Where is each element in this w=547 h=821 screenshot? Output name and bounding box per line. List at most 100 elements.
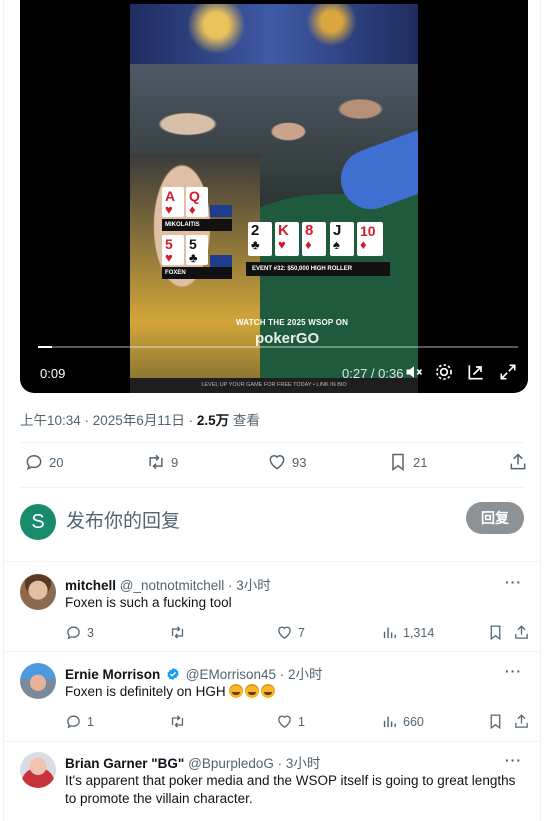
bookmark-icon: [490, 714, 501, 730]
divider: [4, 651, 540, 652]
tweet-detail: A ♥ Q ♦ MIKOLAITIS 5 ♥ 5 ♣ FOXEN 2 ♣ K ♥ 8 ♦ J ♠…: [3, 0, 541, 821]
bookmark-action[interactable]: [487, 624, 504, 641]
avatar[interactable]: [20, 663, 56, 699]
repost-action[interactable]: 9: [146, 452, 178, 472]
player2-equity-bar: [210, 255, 232, 267]
more-options-icon[interactable]: ···: [505, 574, 522, 590]
reply-input[interactable]: 发布你的回复: [66, 506, 180, 533]
promo-text: WATCH THE 2025 WSOP ON: [236, 318, 349, 327]
board-card-1: 2 ♣: [248, 222, 272, 256]
reply-header: mitchell @_notnotmitchell · 3小时: [65, 574, 271, 594]
views-action[interactable]: 660: [381, 713, 424, 730]
reply-text: Foxen is definitely on HGH: [65, 683, 522, 701]
player1-card-1: A ♥: [162, 187, 184, 217]
board-card-4: J ♠: [330, 222, 354, 256]
reply-action[interactable]: 1: [65, 713, 94, 730]
share-action[interactable]: [513, 624, 530, 641]
divider: [4, 741, 540, 742]
player1-equity-bar: [210, 205, 232, 217]
reply-actions: 1 1 660: [65, 713, 528, 733]
divider: [4, 561, 540, 562]
more-options-icon[interactable]: ···: [505, 752, 522, 768]
bookmark-action[interactable]: [487, 713, 504, 730]
like-action[interactable]: 93: [267, 452, 306, 472]
user-avatar[interactable]: S: [20, 504, 56, 540]
player2-name: FOXEN: [162, 267, 232, 279]
reply-icon: [67, 626, 80, 640]
reply-time[interactable]: · 3小时: [224, 578, 271, 593]
board-card-2: K ♥: [275, 222, 299, 256]
display-name[interactable]: mitchell: [65, 578, 116, 593]
like-action[interactable]: 7: [276, 624, 305, 641]
repost-action[interactable]: [169, 624, 191, 641]
share-action[interactable]: [513, 713, 530, 730]
bookmark-icon: [490, 625, 501, 641]
views-action[interactable]: 1,314: [381, 624, 434, 641]
settings-gear-icon[interactable]: [434, 362, 454, 382]
reply-text: Foxen is such a fucking tool: [65, 595, 232, 610]
reply-composer: S 发布你的回复 回复: [4, 498, 540, 544]
handle[interactable]: @_notnotmitchell: [120, 578, 225, 593]
video-progress-bar[interactable]: [38, 346, 518, 348]
divider: [20, 487, 524, 488]
player2-card-2: 5 ♣: [186, 235, 208, 265]
reply-tweet[interactable]: Brian Garner "BG" @BpurpledoG · 3小时 ··· …: [4, 752, 540, 821]
reply-header: Ernie Morrison @EMorrison45 · 2小时: [65, 663, 323, 683]
video-player[interactable]: A ♥ Q ♦ MIKOLAITIS 5 ♥ 5 ♣ FOXEN 2 ♣ K ♥ 8 ♦ J ♠…: [20, 0, 528, 393]
reply-actions: 3 7 1,314: [65, 624, 528, 644]
laughing-emoji-icon: [245, 684, 260, 698]
repost-icon: [171, 626, 184, 639]
player2-card-1: 5 ♥: [162, 235, 184, 265]
reply-time[interactable]: · 2小时: [276, 667, 323, 682]
player1-name: MIKOLAITIS: [162, 219, 232, 231]
more-options-icon[interactable]: ···: [505, 663, 522, 679]
avatar[interactable]: [20, 752, 56, 788]
reply-tweet[interactable]: mitchell @_notnotmitchell · 3小时 ··· Foxe…: [4, 574, 540, 648]
reply-button[interactable]: 回复: [466, 502, 524, 534]
player1-card-2: Q ♦: [186, 187, 208, 217]
reply-icon: [67, 715, 80, 729]
share-action[interactable]: [508, 452, 528, 472]
laughing-emoji-icon: [261, 684, 276, 698]
event-label: EVENT #32: $50,000 HIGH ROLLER: [246, 262, 390, 276]
heart-icon: [278, 626, 291, 639]
bookmark-action[interactable]: 21: [388, 452, 427, 472]
divider: [20, 442, 524, 443]
share-icon: [515, 714, 528, 728]
reply-icon: [26, 454, 42, 471]
verified-badge-icon: [167, 667, 179, 681]
handle[interactable]: @BpurpledoG: [188, 756, 274, 771]
laughing-emoji-icon: [229, 684, 244, 698]
repost-action[interactable]: [169, 713, 191, 730]
share-icon: [510, 453, 526, 470]
heart-icon: [278, 715, 291, 728]
fullscreen-icon[interactable]: [498, 362, 518, 382]
views-chart-icon: [383, 716, 396, 728]
bookmark-icon: [392, 453, 404, 471]
display-name[interactable]: Ernie Morrison: [65, 667, 160, 682]
reply-action[interactable]: 20: [24, 452, 63, 472]
views-chart-icon: [383, 627, 396, 639]
display-name[interactable]: Brian Garner "BG": [65, 756, 184, 771]
repost-icon: [171, 715, 184, 728]
board-card-5: 10 ♦: [357, 222, 383, 256]
tweet-timestamp[interactable]: 上午10:34 · 2025年6月11日 · 2.5万 查看: [20, 409, 260, 429]
reply-tweet[interactable]: Ernie Morrison @EMorrison45 · 2小时 ··· Fo…: [4, 663, 540, 737]
handle[interactable]: @EMorrison45: [186, 667, 276, 682]
share-icon: [515, 625, 528, 639]
reply-action[interactable]: 3: [65, 624, 94, 641]
reply-time[interactable]: · 3小时: [274, 756, 321, 771]
volume-muted-icon[interactable]: [404, 362, 424, 382]
tweet-actions: 20 9 93 21: [20, 452, 526, 476]
promo-brand: pokerGO: [255, 330, 320, 347]
reply-header: Brian Garner "BG" @BpurpledoG · 3小时: [65, 752, 320, 772]
video-current-time: 0:09: [40, 366, 66, 381]
picture-in-picture-icon[interactable]: [466, 362, 486, 382]
avatar[interactable]: [20, 574, 56, 610]
reply-text: It's apparent that poker media and the W…: [65, 773, 516, 806]
repost-icon: [149, 454, 163, 470]
like-action[interactable]: 1: [276, 713, 305, 730]
heart-icon: [269, 455, 285, 470]
board-card-3: 8 ♦: [302, 222, 326, 256]
video-duration: 0:27 / 0:36: [342, 366, 404, 381]
